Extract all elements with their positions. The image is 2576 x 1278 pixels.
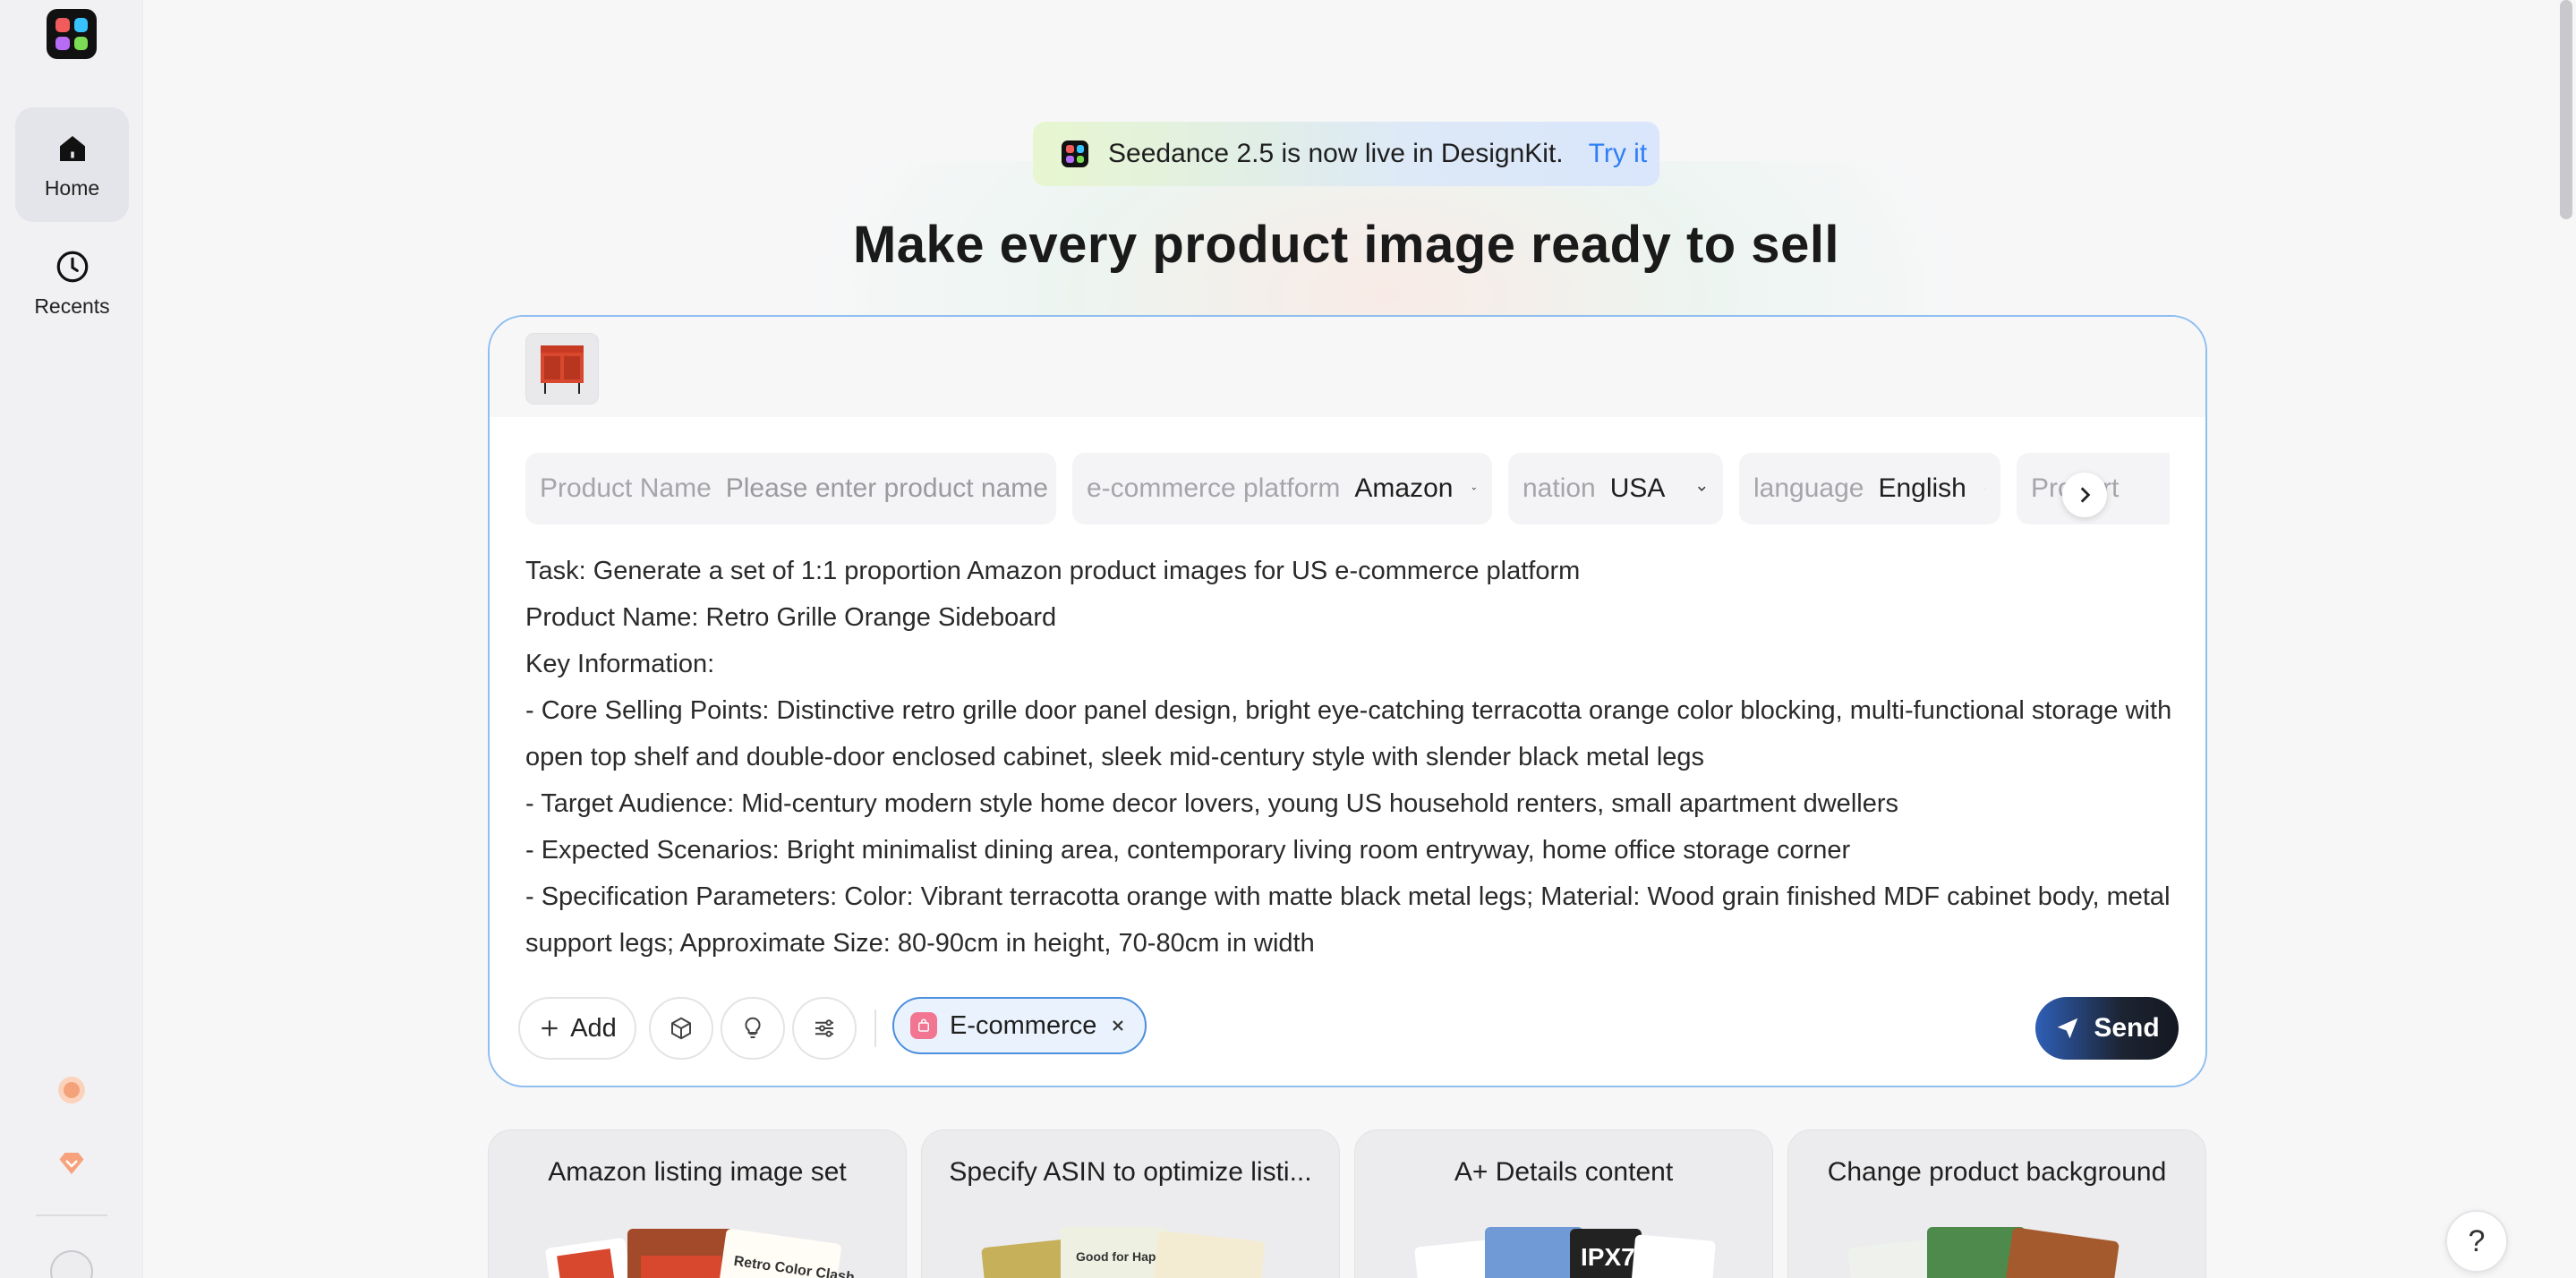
composer-toolbar: Add E-commerce Send — [518, 997, 2179, 1060]
template-cards: Amazon listing image set Retro Color Cla… — [488, 1129, 2207, 1278]
ecommerce-chip[interactable]: E-commerce — [892, 997, 1147, 1054]
prompt-line: Key Information: — [525, 650, 715, 678]
card-title: Amazon listing image set — [548, 1157, 847, 1187]
template-card-asin[interactable]: Specify ASIN to optimize listi... Good f… — [921, 1129, 1340, 1278]
add-button[interactable]: Add — [518, 997, 636, 1060]
toolbar-divider — [874, 1010, 876, 1047]
gem-icon[interactable] — [54, 1146, 90, 1181]
parameter-fields: Product Name Please enter product name e… — [525, 453, 2170, 524]
help-button[interactable]: ? — [2445, 1210, 2508, 1273]
card-art-text: IPX7 — [1581, 1243, 1635, 1271]
chip-label: E-commerce — [950, 1010, 1097, 1040]
nation-value: USA — [1609, 473, 1666, 503]
product-name-field[interactable]: Product Name Please enter product name — [525, 453, 1056, 524]
asin-preview: Good for Happy P — [981, 1227, 1266, 1278]
prompt-textarea[interactable]: Task: Generate a set of 1:1 proportion A… — [525, 548, 2181, 967]
language-value: English — [1878, 473, 1966, 503]
template-card-aplus[interactable]: A+ Details content IPX7 — [1354, 1129, 1773, 1278]
prompt-line: Product Name: Retro Grille Orange Sidebo… — [525, 603, 1057, 632]
send-button-label: Send — [2094, 1013, 2160, 1043]
sidebar-item-label: Home — [44, 175, 100, 200]
lightbulb-icon — [745, 1017, 761, 1038]
home-icon — [59, 135, 85, 161]
close-icon[interactable] — [1109, 1017, 1127, 1035]
chevron-down-icon — [1984, 488, 1986, 490]
page-title: Make every product image ready to sell — [852, 216, 1840, 274]
avatar[interactable] — [50, 1250, 93, 1278]
sidebar: Home Recents — [0, 0, 143, 1278]
shopping-bag-icon — [910, 1012, 937, 1039]
send-icon — [2058, 1018, 2078, 1039]
card-title: Specify ASIN to optimize listi... — [949, 1157, 1312, 1187]
page-scrollbar[interactable] — [2560, 0, 2572, 219]
settings-button[interactable] — [792, 997, 857, 1060]
chevron-right-icon[interactable] — [2062, 473, 2107, 517]
platform-select[interactable]: e-commerce platform Amazon — [1072, 453, 1492, 524]
card-title: Change product background — [1827, 1157, 2167, 1187]
template-card-background[interactable]: Change product background — [1787, 1129, 2206, 1278]
sidebar-divider — [36, 1214, 107, 1216]
product-name-label: Product Name — [540, 473, 712, 503]
designkit-logo-icon — [1062, 141, 1088, 167]
chevron-down-icon — [1698, 486, 1706, 491]
card-title: A+ Details content — [1454, 1157, 1674, 1187]
sidebar-item-label: Recents — [34, 294, 110, 318]
banner-text: Seedance 2.5 is now live in DesignKit. — [1108, 139, 1564, 168]
prompt-line: - Specification Parameters: Color: Vibra… — [525, 882, 2171, 958]
prompt-line: - Expected Scenarios: Bright minimalist … — [525, 836, 1851, 865]
idea-button[interactable] — [721, 997, 785, 1060]
aplus-preview: IPX7 — [1414, 1227, 1716, 1278]
language-label: language — [1753, 473, 1864, 503]
sideboard-image — [541, 345, 584, 394]
plus-icon — [542, 1020, 558, 1036]
sparkle-icon[interactable] — [54, 1072, 90, 1108]
send-button[interactable]: Send — [2035, 997, 2179, 1060]
chevron-down-icon — [1472, 487, 1477, 490]
prompt-line: Task: Generate a set of 1:1 proportion A… — [525, 557, 1581, 585]
prompt-line: - Core Selling Points: Distinctive retro… — [525, 696, 2172, 771]
attachment-bar — [490, 317, 2205, 417]
amazon-set-preview: Retro Color Clash — [545, 1229, 856, 1278]
cube-button[interactable] — [649, 997, 713, 1060]
announcement-banner[interactable]: Seedance 2.5 is now live in DesignKit. T… — [1033, 122, 1659, 186]
language-select[interactable]: language English — [1739, 453, 2000, 524]
nation-select[interactable]: nation USA — [1508, 453, 1723, 524]
background-preview — [1847, 1227, 2120, 1278]
sliders-icon — [815, 1019, 833, 1037]
prompt-composer: Product Name Please enter product name e… — [488, 315, 2207, 1087]
platform-value: Amazon — [1354, 473, 1454, 503]
cube-icon — [671, 1017, 691, 1040]
product-name-input[interactable]: Please enter product name — [726, 473, 1048, 504]
template-card-amazon[interactable]: Amazon listing image set Retro Color Cla… — [488, 1129, 907, 1278]
platform-label: e-commerce platform — [1087, 473, 1341, 503]
product-thumbnail[interactable] — [525, 333, 599, 405]
try-it-link[interactable]: Try it — [1589, 139, 1648, 169]
sidebar-item-home[interactable]: Home — [15, 107, 129, 222]
nation-label: nation — [1523, 473, 1596, 503]
prompt-line: - Target Audience: Mid-century modern st… — [525, 789, 1898, 818]
add-button-label: Add — [570, 1013, 617, 1043]
app-logo[interactable] — [47, 9, 97, 59]
